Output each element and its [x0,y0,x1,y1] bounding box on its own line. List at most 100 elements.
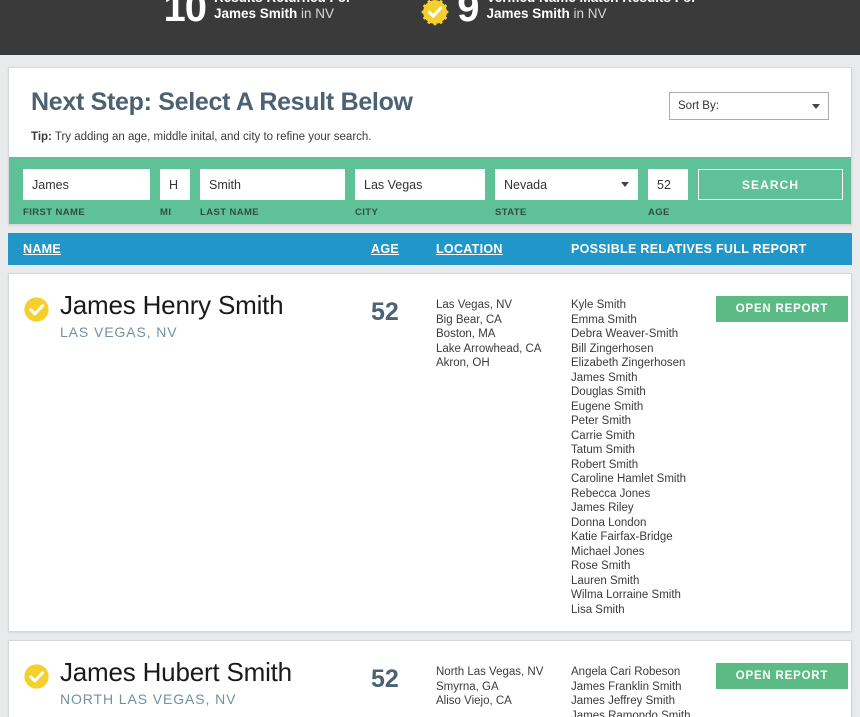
open-report-button[interactable]: OPEN REPORT [716,296,848,322]
results-table-header: NAME AGE LOCATION POSSIBLE RELATIVES FUL… [8,233,852,265]
page-title: Next Step: Select A Result Below [31,88,413,116]
last-name-field-group: LAST NAME [200,169,345,218]
stat-verified-text: Verified Name Match Results For James Sm… [486,0,696,22]
open-report-button[interactable]: OPEN REPORT [716,663,848,689]
result-person-name[interactable]: James Hubert Smith [60,658,292,686]
first-name-field-group: FIRST NAME [23,169,150,218]
stat-verified-count: 9 [457,0,479,30]
result-row: James Hubert Smith NORTH LAS VEGAS, NV 5… [8,640,852,717]
result-relative-item: Rebecca Jones [571,487,651,500]
result-relative-item: Tatum Smith [571,444,635,456]
stat-results-returned: 10 Results Returned For James Smith in N… [163,0,351,28]
column-header-possible-relatives: POSSIBLE RELATIVES [571,242,713,256]
age-input[interactable] [648,169,688,200]
result-relative-item: James Riley [571,502,634,514]
city-label: CITY [355,207,379,218]
result-location-item: Smyrna, GA [436,680,499,693]
result-relative-item: Wilma Lorraine Smith [571,589,681,601]
result-location-item: North Las Vegas, NV [436,666,544,678]
verified-check-badge-icon [23,296,50,323]
stat-results-query-state: in NV [297,6,335,22]
result-location-item: Lake Arrowhead, CA [436,342,542,355]
result-relative-item: Eugene Smith [571,400,644,413]
column-header-age[interactable]: AGE [371,242,436,256]
result-report-cell: OPEN REPORT [716,292,851,617]
result-person-location: NORTH LAS VEGAS, NV [60,691,237,708]
stat-verified-query-name: James Smith [486,6,570,22]
state-field-group: Nevada STATE [495,169,638,218]
result-locations-cell: Las Vegas, NV Big Bear, CA Boston, MA La… [436,292,571,617]
search-panel: Next Step: Select A Result Below Tip: Tr… [8,67,852,225]
result-person-name[interactable]: James Henry Smith [60,291,284,319]
result-relative-item: Bill Zingerhosen [571,342,654,355]
search-panel-heading-block: Next Step: Select A Result Below Tip: Tr… [31,88,413,143]
search-tip: Tip: Try adding an age, middle inital, a… [31,131,413,143]
result-location-item: Akron, OH [436,357,490,369]
last-name-label: LAST NAME [200,207,260,218]
chevron-down-icon [812,103,820,109]
result-relative-item: Emma Smith [571,313,637,326]
stat-results-count: 10 [163,0,206,30]
column-header-location[interactable]: LOCATION [436,242,571,256]
city-input[interactable] [355,169,485,200]
result-report-cell: OPEN REPORT [716,659,851,717]
stat-verified-query-state: in NV [569,6,607,22]
result-location-item: Aliso Viejo, CA [436,695,512,707]
column-header-name[interactable]: NAME [9,242,371,256]
result-locations-cell: North Las Vegas, NV Smyrna, GA Aliso Vie… [436,659,571,717]
result-person-location: LAS VEGAS, NV [60,324,178,341]
result-name-block: James Hubert Smith NORTH LAS VEGAS, NV [60,658,292,708]
result-relative-item: Peter Smith [571,415,632,427]
result-relative-item: Douglas Smith [571,386,646,398]
result-relative-item: Lauren Smith [571,574,640,587]
sort-by-dropdown[interactable]: Sort By: [669,92,829,120]
result-age: 52 [371,665,399,693]
last-name-input[interactable] [200,169,345,200]
page-body: Next Step: Select A Result Below Tip: Tr… [0,55,860,717]
result-relative-item: James Franklin Smith [571,680,682,693]
result-relatives-cell: Angela Cari Robeson James Franklin Smith… [571,659,716,717]
result-relative-item: Angela Cari Robeson [571,666,681,678]
age-label: AGE [648,207,670,218]
result-relative-item: James Jeffrey Smith [571,695,675,707]
result-relative-item: Michael Jones [571,545,645,558]
verified-check-badge-icon [421,0,449,26]
first-name-input[interactable] [23,169,150,200]
result-relative-item: Caroline Hamlet Smith [571,473,687,485]
search-panel-header: Next Step: Select A Result Below Tip: Tr… [9,68,851,157]
result-location-item: Las Vegas, NV [436,299,513,311]
search-tip-text: Try adding an age, middle inital, and ci… [51,131,372,143]
result-name-cell: James Hubert Smith NORTH LAS VEGAS, NV [9,658,371,717]
result-name-block: James Henry Smith LAS VEGAS, NV [60,291,284,341]
result-relative-item: Donna London [571,516,647,529]
search-button[interactable]: SEARCH [698,169,843,200]
result-relative-item: Elizabeth Zingerhosen [571,357,686,369]
result-location-item: Boston, MA [436,328,496,340]
result-relative-item: Debra Weaver-Smith [571,328,679,340]
middle-initial-label: MI [160,207,172,218]
result-relative-item: James Ramondo Smith [571,709,691,717]
search-form: FIRST NAME MI LAST NAME CITY Nevada STAT… [9,157,851,224]
sort-by-label: Sort By: [678,100,719,112]
result-relative-item: Kyle Smith [571,299,626,311]
result-relative-item: James Smith [571,371,638,384]
result-relatives-cell: Kyle Smith Emma Smith Debra Weaver-Smith… [571,292,716,617]
city-field-group: CITY [355,169,485,218]
result-relative-item: Rose Smith [571,560,631,572]
search-button-group: SEARCH [698,169,843,200]
first-name-label: FIRST NAME [23,207,86,218]
age-field-group: AGE [648,169,688,218]
result-age: 52 [371,298,399,326]
result-location-item: Big Bear, CA [436,313,502,326]
state-select[interactable]: Nevada [495,169,638,200]
middle-initial-field-group: MI [160,169,190,218]
stat-verified-matches: 9 Verified Name Match Results For James … [421,0,697,30]
result-relative-item: Lisa Smith [571,603,625,616]
state-select-value: Nevada [504,177,548,192]
middle-initial-input[interactable] [160,169,190,200]
state-label: STATE [495,207,527,218]
result-name-cell: James Henry Smith LAS VEGAS, NV [9,291,371,617]
result-relative-item: Carrie Smith [571,429,635,442]
stats-bar: 10 Results Returned For James Smith in N… [0,0,860,55]
stat-results-query-name: James Smith [213,6,298,22]
